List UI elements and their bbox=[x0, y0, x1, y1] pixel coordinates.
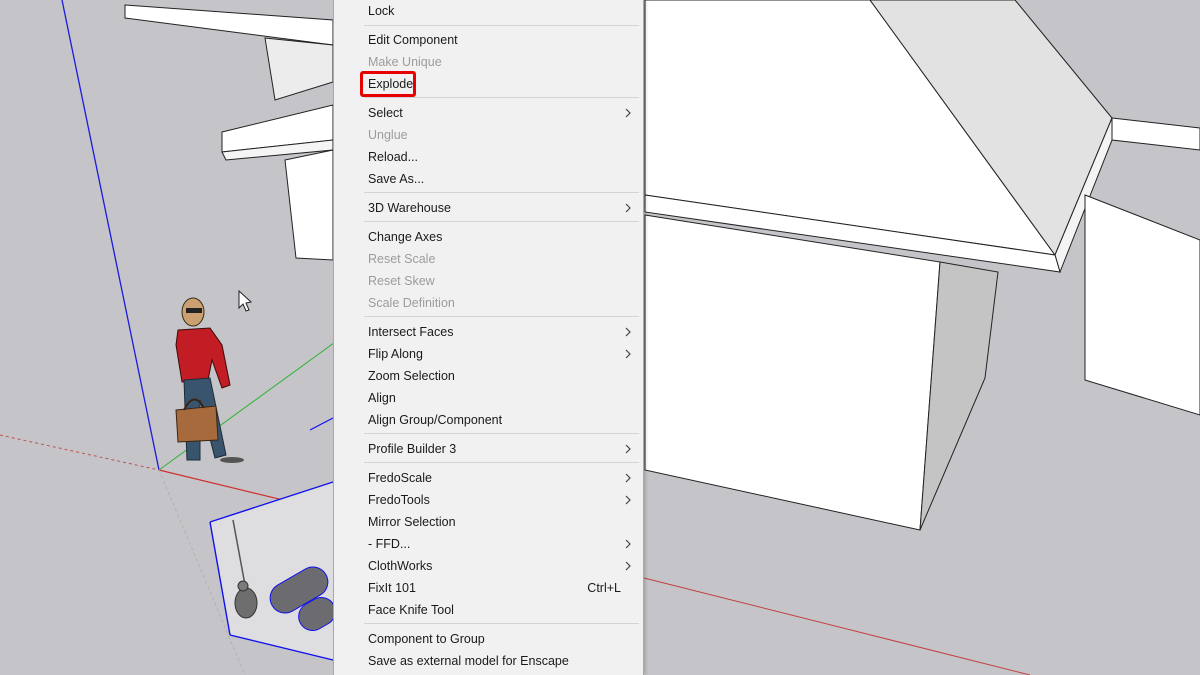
menu-item-label: Unglue bbox=[368, 128, 408, 142]
menu-item-label: Mirror Selection bbox=[368, 515, 456, 529]
menu-item-label: Zoom Selection bbox=[368, 369, 455, 383]
menu-item-save-as[interactable]: Save As... bbox=[334, 168, 643, 190]
menu-separator bbox=[364, 25, 639, 26]
menu-item-label: FredoScale bbox=[368, 471, 432, 485]
menu-separator bbox=[364, 623, 639, 624]
menu-item-label: Change Axes bbox=[368, 230, 443, 244]
menu-item-label: Face Knife Tool bbox=[368, 603, 454, 617]
menu-item-intersect-faces[interactable]: Intersect Faces bbox=[334, 321, 643, 343]
menu-item-fredotools[interactable]: FredoTools bbox=[334, 489, 643, 511]
menu-item-label: - FFD... bbox=[368, 537, 411, 551]
menu-item-align-group-component[interactable]: Align Group/Component bbox=[334, 409, 643, 431]
menu-item-flip-along[interactable]: Flip Along bbox=[334, 343, 643, 365]
chevron-right-icon bbox=[623, 102, 633, 124]
menu-item-reset-skew: Reset Skew bbox=[334, 270, 643, 292]
menu-item-label: Align bbox=[368, 391, 396, 405]
menu-item-save-external-enscape[interactable]: Save as external model for Enscape bbox=[334, 650, 643, 672]
menu-item-change-axes[interactable]: Change Axes bbox=[334, 226, 643, 248]
menu-separator bbox=[364, 433, 639, 434]
menu-item-label: Intersect Faces bbox=[368, 325, 454, 339]
menu-item-make-unique: Make Unique bbox=[334, 51, 643, 73]
menu-item-label: 3D Warehouse bbox=[368, 201, 451, 215]
menu-item-fixit-101[interactable]: FixIt 101 Ctrl+L bbox=[334, 577, 643, 599]
menu-item-3d-warehouse[interactable]: 3D Warehouse bbox=[334, 197, 643, 219]
menu-item-label: FixIt 101 bbox=[368, 581, 416, 595]
menu-item-scale-definition: Scale Definition bbox=[334, 292, 643, 314]
menu-item-label: Edit Component bbox=[368, 33, 458, 47]
menu-item-label: Component to Group bbox=[368, 632, 485, 646]
menu-separator bbox=[364, 192, 639, 193]
menu-item-label: Save As... bbox=[368, 172, 425, 186]
menu-item-label: Profile Builder 3 bbox=[368, 442, 457, 456]
menu-item-label: FredoTools bbox=[368, 493, 430, 507]
menu-item-shortcut: Ctrl+L bbox=[587, 581, 621, 595]
menu-item-fredoscale[interactable]: FredoScale bbox=[334, 467, 643, 489]
menu-item-label: ClothWorks bbox=[368, 559, 433, 573]
menu-item-label: Lock bbox=[368, 4, 395, 18]
menu-item-reload[interactable]: Reload... bbox=[334, 146, 643, 168]
chevron-right-icon bbox=[623, 343, 633, 365]
menu-item-label: Make Unique bbox=[368, 55, 442, 69]
menu-separator bbox=[364, 316, 639, 317]
menu-item-unglue: Unglue bbox=[334, 124, 643, 146]
chevron-right-icon bbox=[623, 533, 633, 555]
menu-item-lock[interactable]: Lock bbox=[334, 0, 643, 22]
menu-separator bbox=[364, 462, 639, 463]
menu-separator bbox=[364, 221, 639, 222]
menu-item-mirror-selection[interactable]: Mirror Selection bbox=[334, 511, 643, 533]
menu-item-ffd[interactable]: - FFD... bbox=[334, 533, 643, 555]
menu-item-label: Scale Definition bbox=[368, 296, 455, 310]
menu-item-label: Save as external model for Enscape bbox=[368, 654, 569, 668]
menu-item-clothworks[interactable]: ClothWorks bbox=[334, 555, 643, 577]
menu-item-profile-builder[interactable]: Profile Builder 3 bbox=[334, 438, 643, 460]
context-menu: Lock Edit Component Make Unique Explode … bbox=[333, 0, 644, 675]
menu-item-select[interactable]: Select bbox=[334, 102, 643, 124]
menu-item-label: Reset Scale bbox=[368, 252, 436, 266]
menu-item-label: Reload... bbox=[368, 150, 419, 164]
chevron-right-icon bbox=[623, 321, 633, 343]
menu-separator bbox=[364, 97, 639, 98]
menu-item-label: Flip Along bbox=[368, 347, 423, 361]
chevron-right-icon bbox=[623, 197, 633, 219]
menu-item-label: Select bbox=[368, 106, 403, 120]
menu-item-component-to-group[interactable]: Component to Group bbox=[334, 628, 643, 650]
menu-item-label: Align Group/Component bbox=[368, 413, 503, 427]
menu-item-zoom-selection[interactable]: Zoom Selection bbox=[334, 365, 643, 387]
menu-item-edit-component[interactable]: Edit Component bbox=[334, 29, 643, 51]
menu-item-align[interactable]: Align bbox=[334, 387, 643, 409]
chevron-right-icon bbox=[623, 555, 633, 577]
explode-highlight-box bbox=[360, 71, 416, 97]
chevron-right-icon bbox=[623, 438, 633, 460]
menu-item-label: Reset Skew bbox=[368, 274, 435, 288]
menu-item-reset-scale: Reset Scale bbox=[334, 248, 643, 270]
chevron-right-icon bbox=[623, 467, 633, 489]
menu-item-face-knife-tool[interactable]: Face Knife Tool bbox=[334, 599, 643, 621]
chevron-right-icon bbox=[623, 489, 633, 511]
